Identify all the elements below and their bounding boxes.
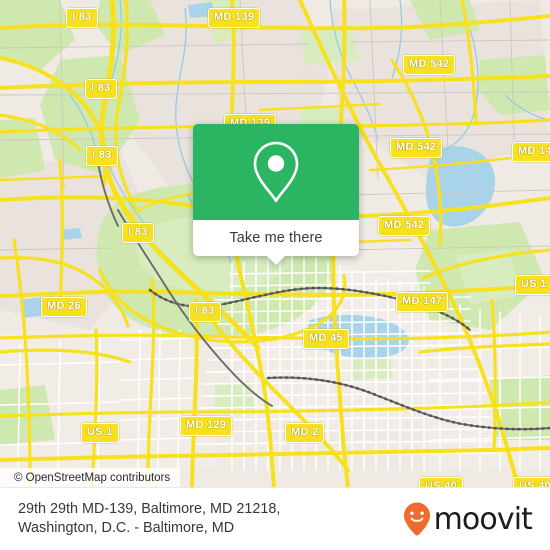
- card-action-area[interactable]: Take me there: [193, 220, 359, 265]
- address-line-1: 29th 29th MD-139, Baltimore, MD 21218,: [18, 500, 281, 517]
- road-shield: I 83: [66, 8, 98, 28]
- road-shield: US 40: [513, 477, 550, 487]
- road-shield: MD 139: [208, 8, 261, 28]
- road-shield: I 83: [122, 223, 154, 243]
- road-shield: I 83: [189, 302, 221, 322]
- take-me-there-label: Take me there: [229, 230, 323, 246]
- map-attribution[interactable]: © OpenStreetMap contributors: [0, 468, 181, 487]
- road-shield: US 1: [515, 275, 550, 295]
- road-shield: MD 542: [378, 216, 431, 236]
- road-shield: MD 45: [303, 329, 349, 349]
- take-me-there-card[interactable]: Take me there: [193, 124, 359, 265]
- address-line-2: Washington, D.C. - Baltimore, MD: [18, 520, 235, 536]
- moovit-wordmark: moovit: [433, 502, 533, 537]
- road-shield: MD 147: [396, 292, 449, 312]
- road-shield: I 83: [86, 146, 118, 166]
- attribution-text: © OpenStreetMap contributors: [14, 471, 171, 484]
- road-shield: MD 26: [41, 297, 87, 317]
- road-shield: I 83: [85, 79, 117, 99]
- moovit-logo[interactable]: moovit: [402, 501, 533, 537]
- footer-bar: 29th 29th MD-139, Baltimore, MD 21218, W…: [0, 487, 550, 550]
- address-block: 29th 29th MD-139, Baltimore, MD 21218, W…: [18, 500, 280, 538]
- road-shield: MD 129: [180, 416, 233, 436]
- map-canvas[interactable]: .park { fill:#cfe8b0; } .park2 { fill:#d…: [0, 0, 550, 487]
- road-shield: US 40: [419, 477, 464, 487]
- road-shield: MD 14: [512, 142, 550, 162]
- map-pin-icon: [248, 139, 304, 205]
- card-icon-area: [193, 124, 359, 220]
- road-shield: MD 2: [285, 423, 325, 443]
- moovit-map-screenshot: .park { fill:#cfe8b0; } .park2 { fill:#d…: [0, 0, 550, 550]
- road-shield: MD 542: [403, 55, 456, 75]
- road-shield: MD 542: [390, 138, 443, 158]
- road-shield: US 1: [81, 423, 119, 443]
- card-pointer-tail: [266, 255, 286, 265]
- moovit-pin-icon: [402, 501, 432, 537]
